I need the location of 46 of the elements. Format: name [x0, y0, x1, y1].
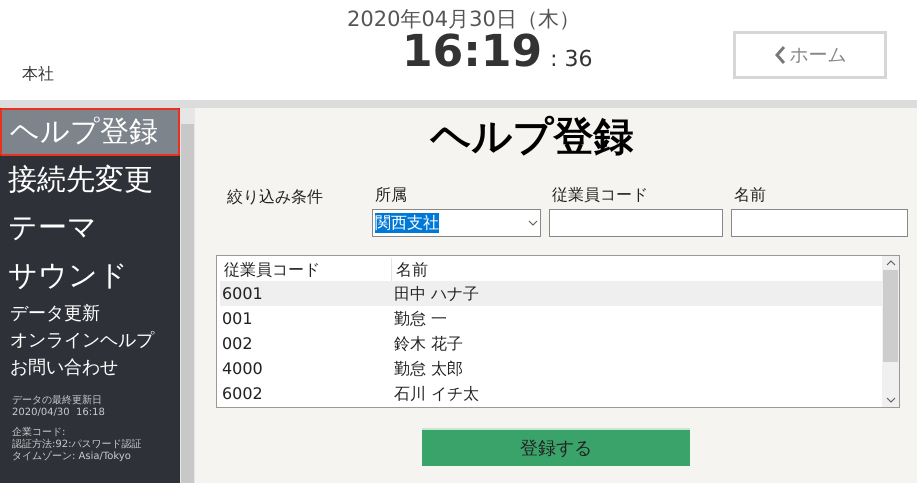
table-row[interactable]: 6001 田中 ハナ子: [220, 281, 882, 306]
table-row[interactable]: 4000 勤怠 太郎: [220, 356, 882, 381]
table-cell-text: 002: [221, 332, 254, 354]
sidebar-item[interactable]: 接続先変更: [0, 156, 180, 204]
table-row[interactable]: 002 鈴木 花子: [220, 331, 882, 356]
sidebar-item[interactable]: ヘルプ登録: [0, 108, 180, 156]
info-text: 2020/04/30 16:18: [12, 407, 106, 419]
clock-time: 16:19: [402, 30, 542, 74]
chevron-down-icon: [528, 220, 538, 226]
filter-field-label: 従業員コード: [551, 184, 649, 206]
filter-field-label: 所属: [374, 184, 408, 206]
table-row[interactable]: 6002 石川 イチ太: [220, 381, 882, 406]
sidebar-item[interactable]: お問い合わせ: [0, 354, 180, 381]
info-text: 認証方法:92:パスワード認証: [12, 439, 142, 450]
home-button[interactable]: ホーム: [733, 31, 887, 79]
info-text: データの最終更新日: [12, 395, 103, 407]
column-header[interactable]: 名前: [392, 258, 882, 281]
table-cell-text: 6002: [221, 382, 264, 404]
filter-field-label: 名前: [733, 184, 767, 206]
chevron-left-icon: [774, 45, 786, 65]
clock-seconds: : 36: [550, 49, 592, 71]
info-text: 企業コード:: [12, 427, 66, 438]
table-cell-text: 鈴木 花子: [393, 332, 464, 354]
table-cell-text: 勤怠 一: [393, 308, 448, 330]
filter-label: 絞り込み条件: [227, 186, 324, 208]
page-title: ヘルプ登録: [430, 113, 634, 162]
table-cell-text: 石川 イチ太: [393, 382, 480, 404]
table-cell-text: 田中 ハナ子: [393, 282, 480, 304]
table-row[interactable]: 001 勤怠 一: [220, 306, 882, 331]
sidebar-item[interactable]: オンラインヘルプ: [0, 327, 180, 354]
table-scrollbar[interactable]: [882, 256, 899, 407]
location-label: 本社: [22, 63, 54, 85]
register-button[interactable]: 登録する: [422, 428, 690, 466]
input-field[interactable]: [731, 209, 908, 237]
table-cell-text: 勤怠 太郎: [393, 358, 464, 380]
sidebar-scrollbar[interactable]: [180, 108, 195, 483]
sidebar-item[interactable]: サウンド: [0, 252, 180, 300]
info-text: タイムゾーン: Asia/Tokyo: [12, 451, 132, 463]
table-cell-text: 4000: [221, 358, 264, 380]
sidebar-item[interactable]: テーマ: [0, 204, 180, 252]
date-text: 2020年04月30日（木）: [347, 6, 580, 33]
department-dropdown[interactable]: 関西支社: [372, 209, 541, 237]
table-cell-text: 001: [221, 308, 254, 330]
table-cell-text: 6001: [221, 282, 264, 304]
sidebar-item[interactable]: データ更新: [0, 300, 180, 327]
input-field[interactable]: [549, 209, 723, 237]
